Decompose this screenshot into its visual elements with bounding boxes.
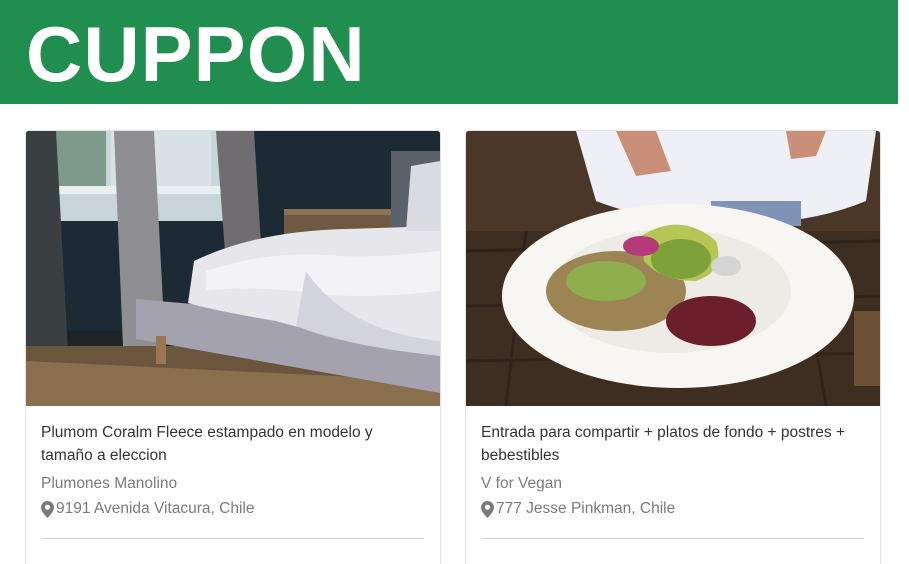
top-navbar: CUPPON	[0, 0, 898, 104]
map-pin-icon	[41, 500, 54, 518]
deal-title[interactable]: Plumom Coralm Fleece estampado en modelo…	[41, 421, 421, 467]
deal-card[interactable]: Plumom Coralm Fleece estampado en modelo…	[25, 130, 441, 564]
deal-title[interactable]: Entrada para compartir + platos de fondo…	[481, 421, 861, 467]
deal-address-text: 777 Jesse Pinkman, Chile	[496, 500, 676, 517]
deal-card[interactable]: Entrada para compartir + platos de fondo…	[465, 130, 881, 564]
deal-merchant: V for Vegan	[481, 475, 563, 492]
deal-image-vegan-bowl[interactable]	[466, 131, 880, 406]
deal-address: 9191 Avenida Vitacura, Chile	[41, 500, 255, 518]
card-divider	[41, 538, 424, 539]
deal-merchant: Plumones Manolino	[41, 475, 178, 492]
deal-address: 777 Jesse Pinkman, Chile	[481, 500, 675, 518]
deal-image-bedroom[interactable]	[26, 131, 440, 406]
deal-address-text: 9191 Avenida Vitacura, Chile	[56, 500, 255, 517]
card-divider	[481, 538, 864, 539]
brand-logo[interactable]: CUPPON	[26, 10, 366, 98]
map-pin-icon	[481, 500, 494, 518]
